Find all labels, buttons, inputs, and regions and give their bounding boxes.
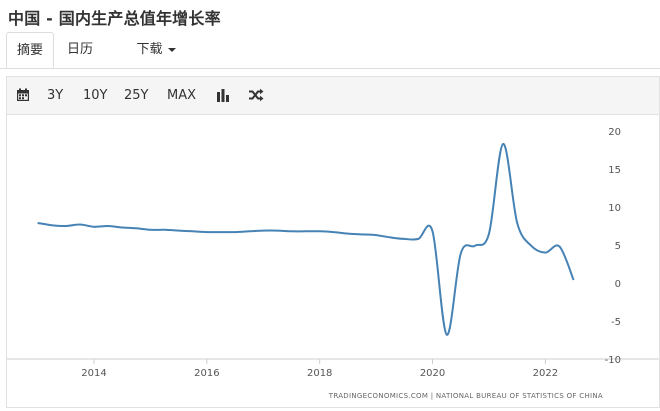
gdp-growth-chart: 2014 2016 2018 2020 2022 -10 -5 0 5 10 15 20 TRADIN…	[7, 127, 659, 400]
chart-toolbar: 3Y 10Y 25Y MAX	[6, 76, 660, 114]
y-tick-label: -5	[611, 317, 621, 328]
range-max-button[interactable]: MAX	[167, 77, 196, 114]
y-tick-label: -10	[605, 355, 621, 366]
tab-calendar-label: 日历	[66, 42, 93, 57]
tab-summary-label: 摘要	[16, 43, 43, 58]
range-25y-button[interactable]: 25Y	[124, 77, 148, 114]
tab-download-label: 下载	[136, 42, 163, 57]
tab-download[interactable]: 下载	[132, 32, 180, 68]
source-label: TRADINGECONOMICS.COM | NATIONAL BUREAU O…	[328, 392, 603, 400]
y-tick-label: 5	[615, 241, 621, 252]
x-tick-label: 2022	[533, 368, 558, 379]
range-10y-button[interactable]: 10Y	[83, 77, 107, 114]
tab-bar: 摘要 日历 下载	[0, 32, 660, 69]
x-tick-label: 2018	[307, 368, 332, 379]
tab-summary[interactable]: 摘要	[6, 32, 54, 68]
y-tick-label: 10	[608, 203, 621, 214]
shuffle-icon[interactable]	[248, 88, 264, 102]
series-line-0	[37, 142, 575, 336]
bar-chart-icon[interactable]	[216, 88, 230, 102]
caret-down-icon	[167, 47, 176, 52]
chart-area: 2014 2016 2018 2020 2022 -10 -5 0 5 10 15 20 TRADIN…	[6, 114, 660, 408]
x-tick-label: 2020	[420, 368, 445, 379]
calendar-icon[interactable]	[16, 88, 30, 102]
y-tick-label: 20	[608, 127, 621, 138]
y-tick-label: 0	[615, 279, 621, 290]
x-tick-label: 2016	[194, 368, 219, 379]
x-tick-label: 2014	[81, 368, 106, 379]
range-3y-button[interactable]: 3Y	[47, 77, 63, 114]
page-title: 中国 - 国内生产总值年增长率	[8, 9, 221, 28]
y-tick-label: 15	[608, 165, 621, 176]
tab-calendar[interactable]: 日历	[60, 32, 100, 68]
